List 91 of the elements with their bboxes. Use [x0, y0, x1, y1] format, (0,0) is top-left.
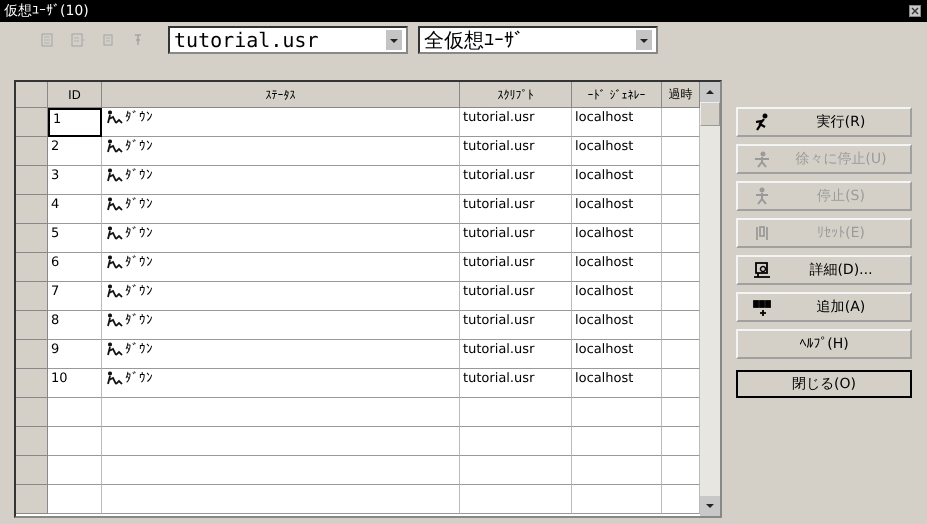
status-text: ﾀﾞｳﾝ [125, 284, 153, 299]
action-button[interactable]: ﾍﾙﾌﾟ(H) [736, 329, 912, 359]
load-generator-cell: localhost [572, 137, 662, 166]
row-header[interactable] [16, 108, 48, 137]
row-header[interactable] [16, 253, 48, 282]
load-generator-cell: localhost [572, 311, 662, 340]
script-cell: tutorial.usr [460, 340, 572, 369]
people-add-icon [752, 297, 772, 317]
load-generator-cell: localhost [572, 195, 662, 224]
script-cell: tutorial.usr [460, 108, 572, 137]
script-cell: tutorial.usr [460, 166, 572, 195]
row-header[interactable] [16, 195, 48, 224]
row-header[interactable] [16, 311, 48, 340]
column-header[interactable]: 過時 [662, 82, 700, 108]
figure-icon [105, 168, 123, 182]
table-cell [48, 485, 102, 514]
id-cell: 9 [48, 340, 102, 369]
figure-icon [105, 139, 123, 153]
column-header[interactable]: ｽﾃｰﾀｽ [102, 82, 460, 108]
action-button[interactable]: 閉じる(O) [736, 370, 912, 398]
load-generator-cell: localhost [572, 108, 662, 137]
table-cell [48, 398, 102, 427]
monitor-icon [752, 260, 772, 280]
filter-dropdown[interactable]: 全仮想ﾕｰｻﾞ [418, 26, 658, 54]
status-text: ﾀﾞｳﾝ [125, 371, 153, 386]
status-text: ﾀﾞｳﾝ [125, 168, 153, 183]
scroll-down-icon[interactable] [700, 496, 720, 516]
id-cell: 4 [48, 195, 102, 224]
row-header[interactable] [16, 166, 48, 195]
vertical-scrollbar[interactable] [700, 82, 720, 516]
status-text: ﾀﾞｳﾝ [125, 110, 153, 125]
action-button[interactable]: 詳細(D)... [736, 255, 912, 285]
script-cell: tutorial.usr [460, 224, 572, 253]
status-text: ﾀﾞｳﾝ [125, 226, 153, 241]
status-text: ﾀﾞｳﾝ [125, 313, 153, 328]
load-generator-cell: localhost [572, 369, 662, 398]
id-cell: 3 [48, 166, 102, 195]
script-cell: tutorial.usr [460, 369, 572, 398]
figure-icon [105, 226, 123, 240]
scroll-up-icon[interactable] [700, 82, 720, 102]
script-dropdown[interactable]: tutorial.usr [168, 26, 408, 54]
id-cell: 6 [48, 253, 102, 282]
id-cell: 7 [48, 282, 102, 311]
figure-icon [105, 197, 123, 211]
load-generator-cell: localhost [572, 282, 662, 311]
row-header[interactable] [16, 456, 48, 485]
window-title: 仮想ﾕｰｻﾞ(10) [4, 2, 89, 20]
load-generator-cell: localhost [572, 340, 662, 369]
status-text: ﾀﾞｳﾝ [125, 255, 153, 270]
row-header[interactable] [16, 137, 48, 166]
row-header[interactable] [16, 485, 48, 514]
figure-icon [752, 149, 772, 169]
id-cell: 8 [48, 311, 102, 340]
status-text: ﾀﾞｳﾝ [125, 342, 153, 357]
load-generator-cell: localhost [572, 224, 662, 253]
figure-icon [105, 284, 123, 298]
row-header[interactable] [16, 224, 48, 253]
script-cell: tutorial.usr [460, 253, 572, 282]
script-cell: tutorial.usr [460, 311, 572, 340]
load-generator-cell: localhost [572, 166, 662, 195]
document-icon[interactable] [70, 32, 86, 48]
table-cell [48, 456, 102, 485]
figure-icon [105, 110, 123, 124]
row-header[interactable] [16, 427, 48, 456]
status-text: ﾀﾞｳﾝ [125, 197, 153, 212]
id-cell: 1 [48, 108, 102, 137]
figure-icon [105, 313, 123, 327]
figure-icon [105, 255, 123, 269]
id-cell: 5 [48, 224, 102, 253]
script-cell: tutorial.usr [460, 195, 572, 224]
table-cell [48, 427, 102, 456]
id-cell: 2 [48, 137, 102, 166]
load-generator-cell: localhost [572, 253, 662, 282]
id-cell: 10 [48, 369, 102, 398]
grid-corner[interactable] [16, 82, 48, 108]
script-cell: tutorial.usr [460, 282, 572, 311]
close-icon[interactable] [909, 5, 921, 17]
row-header[interactable] [16, 398, 48, 427]
column-header[interactable]: ｰﾄﾞ ｼﾞｪﾈﾚｰ [572, 82, 662, 108]
figure-icon [105, 371, 123, 385]
row-header[interactable] [16, 369, 48, 398]
script-cell: tutorial.usr [460, 137, 572, 166]
status-text: ﾀﾞｳﾝ [125, 139, 153, 154]
action-button[interactable]: 追加(A) [736, 292, 912, 322]
column-header[interactable]: ｽｸﾘﾌﾟﾄ [460, 82, 572, 108]
scroll-thumb[interactable] [700, 102, 720, 126]
row-header[interactable] [16, 340, 48, 369]
figure-icon [105, 342, 123, 356]
action-button[interactable]: 実行(R) [736, 107, 912, 137]
row-header[interactable] [16, 282, 48, 311]
column-header[interactable]: ID [48, 82, 102, 108]
